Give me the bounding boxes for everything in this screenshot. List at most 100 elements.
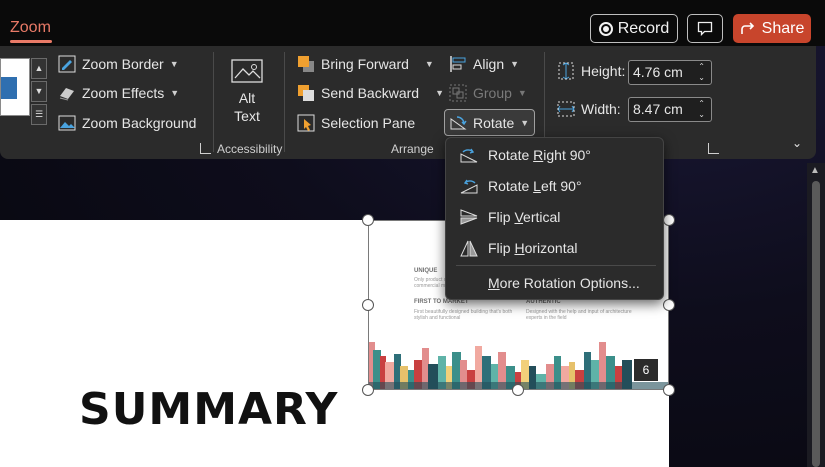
align-label: Align (473, 56, 505, 72)
share-icon (740, 21, 754, 34)
align-button[interactable]: Align ▼ (449, 55, 519, 73)
resize-handle-left[interactable] (362, 299, 374, 311)
thumb-heading-unique: UNIQUE (414, 268, 438, 274)
menu-label-key: V (514, 209, 524, 225)
gallery-more-button[interactable]: ☰ (31, 104, 47, 125)
group-label: Group (473, 85, 512, 101)
selection-pane-button[interactable]: Selection Pane (297, 114, 415, 132)
height-label: Height: (581, 63, 626, 79)
send-backward-button[interactable]: Send Backward ▼ (297, 84, 444, 102)
menu-item-flip-horizontal[interactable]: Flip Horizontal (446, 234, 665, 262)
bring-forward-button[interactable]: Bring Forward ▼ (297, 55, 434, 73)
gallery-up-button[interactable]: ▲ (31, 58, 47, 79)
width-input[interactable]: 8.47 cm ⌃ ⌄ (628, 97, 712, 122)
arrange-group-label: Arrange (391, 142, 434, 156)
align-icon (450, 56, 466, 72)
menu-label-post: orizontal (524, 240, 578, 256)
slide-title[interactable]: SUMMARY (79, 384, 338, 435)
dialog-launcher-icon[interactable] (200, 143, 211, 154)
thumb-text: experts in the field (526, 315, 567, 321)
gallery-scroll-buttons: ▲ ▼ ☰ (31, 58, 47, 126)
accessibility-group-label: Accessibility (217, 142, 283, 156)
flip-horizontal-icon (460, 240, 478, 257)
pen-border-icon (58, 55, 76, 73)
alt-text-button[interactable]: Alt Text (230, 58, 264, 124)
menu-label-post: eft 90° (540, 178, 582, 194)
resize-handle-bottom[interactable] (512, 384, 524, 396)
dialog-launcher-icon[interactable] (708, 143, 719, 154)
zoom-border-button[interactable]: Zoom Border ▼ (58, 55, 179, 73)
menu-label-post: ore Rotation Options... (499, 275, 640, 291)
width-spinner[interactable]: ⌃ ⌄ (698, 98, 705, 120)
menu-item-rotate-left[interactable]: Rotate Left 90° (446, 172, 665, 200)
resize-handle-bottom-left[interactable] (362, 384, 374, 396)
resize-handle-bottom-right[interactable] (663, 384, 675, 396)
width-label: Width: (581, 101, 621, 117)
chevron-up-icon[interactable]: ⌃ (698, 98, 705, 109)
chevron-up-icon[interactable]: ⌃ (698, 61, 705, 72)
share-label: Share (761, 19, 805, 37)
menu-item-more-rotation-options[interactable]: More Rotation Options... (446, 269, 665, 297)
rotate-label: Rotate (473, 115, 515, 131)
image-background-icon (58, 115, 76, 131)
width-value: 8.47 cm (633, 101, 683, 117)
zoom-effects-label: Zoom Effects (82, 85, 165, 101)
menu-label-post: ertical (523, 209, 561, 225)
zoom-background-button[interactable]: Zoom Background (58, 114, 196, 132)
chevron-down-icon[interactable]: ⌄ (698, 109, 705, 120)
height-spinner[interactable]: ⌃ ⌄ (698, 61, 705, 83)
flip-vertical-icon (460, 209, 478, 225)
alt-text-label-1: Alt (238, 90, 256, 106)
alt-text-icon (231, 59, 263, 83)
slide-number-badge: 6 (634, 359, 658, 381)
bring-forward-label: Bring Forward (321, 56, 409, 72)
scroll-thumb[interactable] (812, 181, 820, 467)
city-skyline-illustration (368, 342, 669, 390)
zoom-background-label: Zoom Background (82, 115, 197, 131)
chevron-down-icon: ▼ (170, 88, 180, 98)
zoom-effects-button[interactable]: Zoom Effects ▼ (58, 84, 179, 102)
height-control: Height: (557, 62, 625, 80)
menu-label-pre: Rotate (488, 147, 534, 163)
menu-item-rotate-right[interactable]: Rotate Right 90° (446, 141, 665, 169)
gallery-down-button[interactable]: ▼ (31, 81, 47, 102)
share-button[interactable]: Share (733, 14, 811, 43)
style-thumbnail (1, 77, 17, 99)
ribbon-collapse-chevron-icon[interactable]: ⌄ (792, 136, 802, 150)
resize-handle-right[interactable] (663, 299, 675, 311)
height-input[interactable]: 4.76 cm ⌃ ⌄ (628, 60, 712, 85)
menu-label-post: ight 90° (543, 147, 591, 163)
comment-icon (697, 21, 713, 36)
zoom-border-label: Zoom Border (82, 56, 164, 72)
rotate-left-icon (460, 179, 478, 194)
bring-forward-icon (298, 56, 314, 72)
height-value: 4.76 cm (633, 64, 683, 80)
tab-zoom[interactable]: Zoom (10, 19, 51, 37)
scroll-up-arrow-icon[interactable]: ▲ (810, 165, 820, 176)
chevron-down-icon: ▼ (517, 88, 527, 98)
menu-label-pre: Flip (488, 209, 515, 225)
record-icon (598, 21, 613, 36)
chevron-down-icon: ▼ (520, 118, 530, 128)
group-button[interactable]: Group ▼ (449, 84, 527, 102)
chevron-down-icon[interactable]: ▼ (435, 88, 444, 98)
record-button[interactable]: Record (590, 14, 678, 43)
zoom-styles-gallery[interactable] (0, 58, 30, 116)
record-label: Record (617, 19, 670, 37)
menu-item-flip-vertical[interactable]: Flip Vertical (446, 203, 665, 231)
rotate-icon (450, 116, 467, 130)
effects-icon (59, 88, 74, 101)
thumb-text: stylish and functional (414, 315, 461, 321)
comments-button[interactable] (687, 14, 723, 43)
resize-handle-top-left[interactable] (362, 214, 374, 226)
chevron-down-icon: ▼ (510, 59, 520, 69)
rotate-button-content[interactable]: Rotate ▼ (449, 114, 529, 132)
chevron-down-icon[interactable]: ▼ (425, 59, 434, 69)
send-backward-label: Send Backward (321, 85, 420, 101)
vertical-scrollbar[interactable]: ▲ (807, 163, 825, 467)
group-icon (449, 84, 467, 102)
title-bar: Zoom Record Share (0, 0, 825, 46)
menu-label-key: H (514, 240, 525, 256)
chevron-down-icon[interactable]: ⌄ (698, 72, 705, 83)
active-tab-indicator (10, 40, 52, 43)
